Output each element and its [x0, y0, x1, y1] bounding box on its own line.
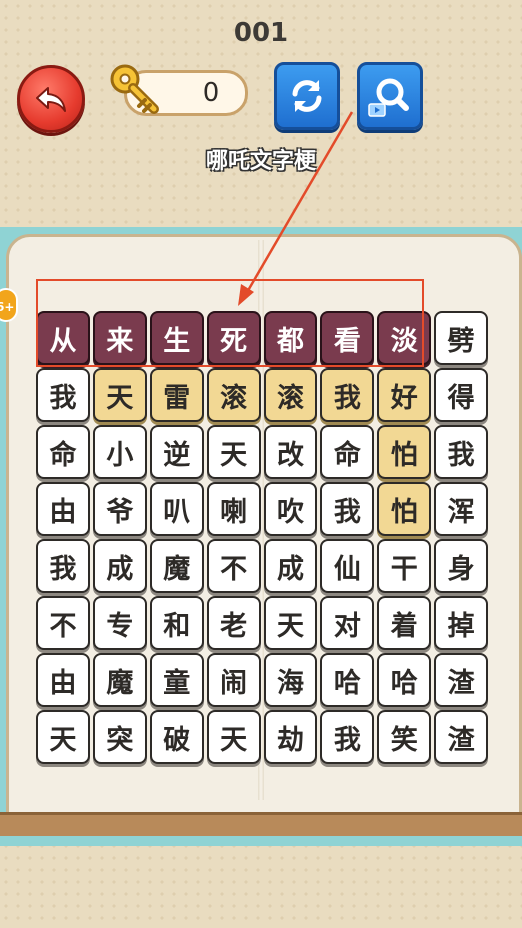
annotation-arrow — [238, 111, 354, 306]
